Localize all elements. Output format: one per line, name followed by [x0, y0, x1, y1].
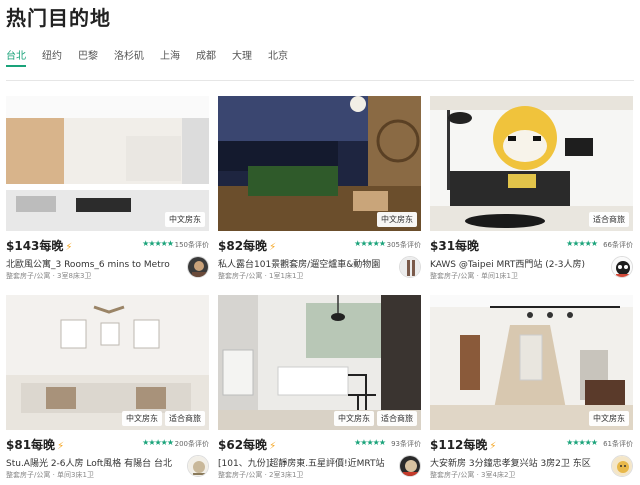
listing-title[interactable]: 北歐風公寓_3 Rooms_6 mins to Metro	[6, 257, 178, 270]
rating-stars: ★★★★★	[142, 239, 174, 248]
balcony-night-photo	[218, 96, 421, 231]
tab-dali[interactable]: 大理	[232, 47, 252, 67]
chinese-host-badge: 中文房东	[377, 212, 417, 227]
tab-los-angeles[interactable]: 洛杉矶	[114, 47, 144, 67]
tab-new-york[interactable]: 纽约	[42, 47, 62, 67]
listing-meta: 整套房子/公寓 · 1室1床1卫	[218, 272, 304, 280]
listing-card[interactable]: 中文房东 $112每晚 ⚡ ★★★★★ 61条评价 大安新房 3分鐘忠孝复兴站 3…	[430, 295, 633, 479]
chinese-host-badge: 中文房东	[334, 411, 374, 426]
review-count: 93条评价	[391, 440, 421, 448]
rating-stars: ★★★★★	[142, 438, 174, 447]
chinese-host-badge: 中文房东	[165, 212, 205, 227]
listing-card[interactable]: 中文房东 适合商旅 $62每晚 ⚡ ★★★★★ 93条评价 [101、九份]超靜房…	[218, 295, 421, 479]
host-avatar[interactable]	[399, 256, 421, 278]
listing-meta: 整套房子/公寓 · 3室8床3卫	[6, 272, 92, 280]
listing-meta: 整套房子/公寓 · 单间1床1卫	[430, 272, 518, 280]
chinese-host-badge: 中文房东	[589, 411, 629, 426]
listing-card[interactable]: 中文房东 $82每晚 ⚡ ★★★★★ 305条评价 私人露台101景觀套房/遛空爐…	[218, 96, 421, 280]
review-count: 66条评价	[603, 241, 633, 249]
listing-card[interactable]: 适合商旅 $31每晚 ★★★★★ 66条评价 KAWS @Taipei MRT西…	[430, 96, 633, 280]
kitchen-photo	[6, 96, 209, 231]
instant-book-icon: ⚡	[489, 441, 497, 452]
destination-tabs: 台北 纽约 巴黎 洛杉矶 上海 成都 大理 北京	[6, 47, 304, 67]
listing-title[interactable]: 大安新房 3分鐘忠孝复兴站 3房2卫 东区	[430, 456, 602, 469]
instant-book-icon: ⚡	[269, 242, 277, 253]
kitchen-balcony-photo	[218, 295, 421, 430]
host-avatar[interactable]	[399, 455, 421, 477]
review-count: 150条评价	[174, 241, 209, 249]
listing-photo[interactable]: 中文房东	[218, 96, 421, 231]
listing-price: $31每晚	[430, 239, 480, 253]
tab-taipei[interactable]: 台北	[6, 47, 26, 67]
listing-card[interactable]: 中文房东 适合商旅 $81每晚 ⚡ ★★★★★ 200条评价 Stu.A陽光 2-…	[6, 295, 209, 479]
loft-bedroom-photo	[6, 295, 209, 430]
listing-title[interactable]: KAWS @Taipei MRT西門站 (2-3人房)	[430, 257, 602, 270]
business-travel-badge: 适合商旅	[165, 411, 205, 426]
listing-photo[interactable]: 中文房东	[6, 96, 209, 231]
rating-stars: ★★★★★	[566, 438, 598, 447]
listing-title[interactable]: 私人露台101景觀套房/遛空爐車&動物園	[218, 257, 390, 270]
listing-price: $112每晚	[430, 438, 488, 452]
listing-title[interactable]: Stu.A陽光 2-6人房 Loft風格 有陽台 台北	[6, 456, 178, 469]
listing-card[interactable]: 中文房东 $143每晚 ⚡ ★★★★★ 150条评价 北歐風公寓_3 Rooms_…	[6, 96, 209, 280]
listing-photo[interactable]: 适合商旅	[430, 96, 633, 231]
review-count: 61条评价	[603, 440, 633, 448]
page-title: 热门目的地	[6, 6, 111, 30]
tab-shanghai[interactable]: 上海	[160, 47, 180, 67]
chinese-host-badge: 中文房东	[122, 411, 162, 426]
listing-meta: 整套房子/公寓 · 2室3床1卫	[218, 471, 304, 479]
rating-stars: ★★★★★	[354, 239, 386, 248]
tab-chengdu[interactable]: 成都	[196, 47, 216, 67]
tab-paris[interactable]: 巴黎	[78, 47, 98, 67]
listing-meta: 整套房子/公寓 · 单间3床1卫	[6, 471, 94, 479]
listing-price: $62每晚	[218, 438, 268, 452]
host-avatar[interactable]	[611, 256, 633, 278]
listing-photo[interactable]: 中文房东 适合商旅	[218, 295, 421, 430]
review-count: 200条评价	[174, 440, 209, 448]
listing-photo[interactable]: 中文房东	[430, 295, 633, 430]
listing-price: $143每晚	[6, 239, 64, 253]
tabs-divider	[6, 80, 634, 81]
host-avatar[interactable]	[187, 256, 209, 278]
listing-photo[interactable]: 中文房东 适合商旅	[6, 295, 209, 430]
rating-stars: ★★★★★	[354, 438, 386, 447]
instant-book-icon: ⚡	[269, 441, 277, 452]
kaws-living-room-photo	[430, 96, 633, 231]
business-travel-badge: 适合商旅	[377, 411, 417, 426]
host-avatar[interactable]	[611, 455, 633, 477]
instant-book-icon: ⚡	[65, 242, 73, 253]
review-count: 305条评价	[386, 241, 421, 249]
hallway-living-room-photo	[430, 295, 633, 430]
listing-price: $81每晚	[6, 438, 56, 452]
listing-price: $82每晚	[218, 239, 268, 253]
tab-beijing[interactable]: 北京	[268, 47, 288, 67]
rating-stars: ★★★★★	[566, 239, 598, 248]
host-avatar[interactable]	[187, 455, 209, 477]
listing-meta: 整套房子/公寓 · 3室4床2卫	[430, 471, 516, 479]
listing-title[interactable]: [101、九份]超靜房東.五星評價!近MRT站	[218, 456, 390, 469]
instant-book-icon: ⚡	[57, 441, 65, 452]
business-travel-badge: 适合商旅	[589, 212, 629, 227]
